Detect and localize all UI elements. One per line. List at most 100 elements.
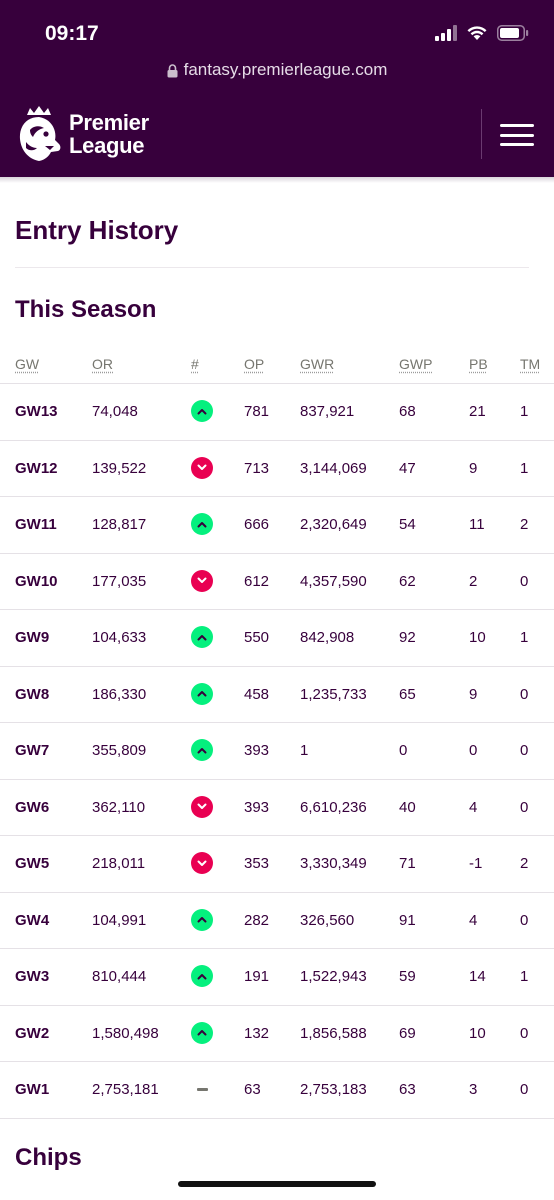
table-row: GW5 218,011 353 3,330,349 71 -1 2 — [0, 836, 554, 893]
cell-gw: GW8 — [15, 685, 50, 703]
chevron-up-icon — [191, 739, 213, 761]
cell-op: 282 — [244, 911, 270, 929]
column-header-gw[interactable]: GW — [15, 356, 39, 372]
cell-or: 362,110 — [92, 798, 146, 816]
cell-gw: GW10 — [15, 572, 58, 590]
cell-tm: 1 — [520, 403, 529, 420]
cell-gwr: 326,560 — [300, 911, 355, 929]
chevron-up-icon — [191, 908, 213, 931]
browser-address-bar[interactable]: fantasy.premierleague.com — [0, 60, 554, 80]
logo-text: Premier League — [69, 111, 149, 157]
cell-tm: 0 — [520, 911, 529, 929]
cell-tm: 0 — [520, 685, 529, 703]
cell-gwr: 1 — [300, 742, 309, 759]
premier-league-logo[interactable]: Premier League — [15, 106, 149, 162]
cell-gw: GW5 — [15, 855, 50, 872]
cell-tm: 1 — [520, 629, 529, 646]
cell-pb: 2 — [469, 572, 478, 590]
page-title: Entry History — [15, 215, 179, 245]
table-row: GW6 362,110 393 6,610,236 40 4 0 — [0, 780, 554, 836]
cell-op: 393 — [244, 742, 270, 759]
cell-tm: 0 — [520, 742, 529, 759]
cell-or: 2,753,181 — [92, 1081, 159, 1098]
cell-gwr: 837,921 — [300, 403, 355, 420]
cell-tm: 0 — [520, 572, 529, 590]
cell-tm: 0 — [520, 798, 529, 816]
cell-op: 132 — [244, 1024, 270, 1042]
cell-gw: GW1 — [15, 1081, 50, 1098]
table-row: GW8 186,330 458 1,235,733 65 9 0 — [0, 667, 554, 723]
top-bar: 09:17 fantasy.premierleague.com Premier … — [0, 0, 554, 177]
chevron-up-icon — [191, 626, 213, 648]
dash-icon — [191, 1078, 213, 1100]
column-header-tm[interactable]: TM — [520, 356, 540, 372]
hamburger-icon-bar — [500, 124, 534, 127]
cell-or: 177,035 — [92, 572, 147, 590]
cell-gwr: 1,522,943 — [300, 968, 367, 985]
cell-or: 104,633 — [92, 629, 147, 646]
table-row: GW3 810,444 191 1,522,943 59 14 1 — [0, 949, 554, 1006]
status-time: 09:17 — [45, 22, 99, 45]
table-row: GW13 74,048 781 837,921 68 21 1 — [0, 384, 554, 441]
wifi-icon — [467, 26, 487, 40]
hamburger-icon-bar — [500, 133, 534, 137]
cell-op: 781 — [244, 403, 270, 420]
column-header-pb[interactable]: PB — [469, 356, 488, 372]
cell-gw: GW7 — [15, 742, 50, 759]
cell-or: 104,991 — [92, 911, 147, 929]
cell-or: 1,580,498 — [92, 1024, 159, 1042]
cell-op: 191 — [244, 968, 270, 985]
cell-gwr: 3,330,349 — [300, 855, 367, 872]
cell-pb: 21 — [469, 403, 486, 420]
cell-or: 218,011 — [92, 855, 146, 872]
column-header-gwr[interactable]: GWR — [300, 356, 334, 372]
table-header: GW OR # OP GWR GWP PB TM — [0, 341, 554, 384]
table-row: GW1 2,753,181 63 2,753,183 63 3 0 — [0, 1062, 554, 1119]
cell-pb: 4 — [469, 911, 478, 929]
cell-gwr: 2,753,183 — [300, 1081, 367, 1098]
cell-pb: 0 — [469, 742, 478, 759]
column-header-or[interactable]: OR — [92, 356, 113, 372]
cell-gwr: 1,235,733 — [300, 685, 367, 703]
chevron-up-icon — [191, 965, 213, 987]
cell-gwp: 59 — [399, 968, 416, 985]
cell-op: 612 — [244, 572, 270, 590]
menu-button[interactable] — [500, 124, 534, 146]
cell-pb: 11 — [469, 516, 485, 533]
cell-gwp: 65 — [399, 685, 416, 703]
chevron-down-icon — [191, 795, 213, 818]
divider — [15, 267, 529, 268]
cell-gw: GW12 — [15, 459, 58, 477]
cell-or: 810,444 — [92, 968, 147, 985]
cell-tm: 2 — [520, 855, 529, 872]
chevron-down-icon — [191, 569, 213, 592]
cell-or: 186,330 — [92, 685, 147, 703]
cell-gw: GW3 — [15, 968, 50, 985]
column-header-op[interactable]: OP — [244, 356, 264, 372]
table-row: GW11 128,817 666 2,320,649 54 11 2 — [0, 497, 554, 554]
cell-pb: -1 — [469, 855, 483, 872]
lion-logo-icon — [19, 106, 61, 161]
cell-gw: GW9 — [15, 629, 50, 646]
battery-icon — [497, 25, 529, 41]
cell-pb: 14 — [469, 968, 486, 985]
table-row: GW10 177,035 612 4,357,590 62 2 0 — [0, 554, 554, 610]
cell-gwr: 6,610,236 — [300, 798, 367, 816]
logo-line-2: League — [69, 133, 145, 158]
nav-divider — [481, 109, 482, 159]
hamburger-icon-bar — [500, 143, 534, 146]
column-header-gwp[interactable]: GWP — [399, 356, 432, 372]
table-row: GW9 104,633 550 842,908 92 10 1 — [0, 610, 554, 667]
table-body: GW13 74,048 781 837,921 68 21 1 GW12 139… — [0, 384, 554, 1119]
cell-gw: GW2 — [15, 1024, 50, 1042]
cell-op: 63 — [244, 1081, 261, 1098]
home-indicator[interactable] — [178, 1181, 376, 1187]
table-row: GW12 139,522 713 3,144,069 47 9 1 — [0, 441, 554, 497]
url-text: fantasy.premierleague.com — [183, 60, 388, 79]
cell-op: 393 — [244, 798, 270, 816]
logo-line-1: Premier — [69, 110, 149, 135]
column-header-movement[interactable]: # — [191, 356, 199, 372]
chevron-up-icon — [191, 1021, 213, 1044]
cell-pb: 10 — [469, 629, 486, 646]
cell-gwr: 2,320,649 — [300, 516, 367, 533]
